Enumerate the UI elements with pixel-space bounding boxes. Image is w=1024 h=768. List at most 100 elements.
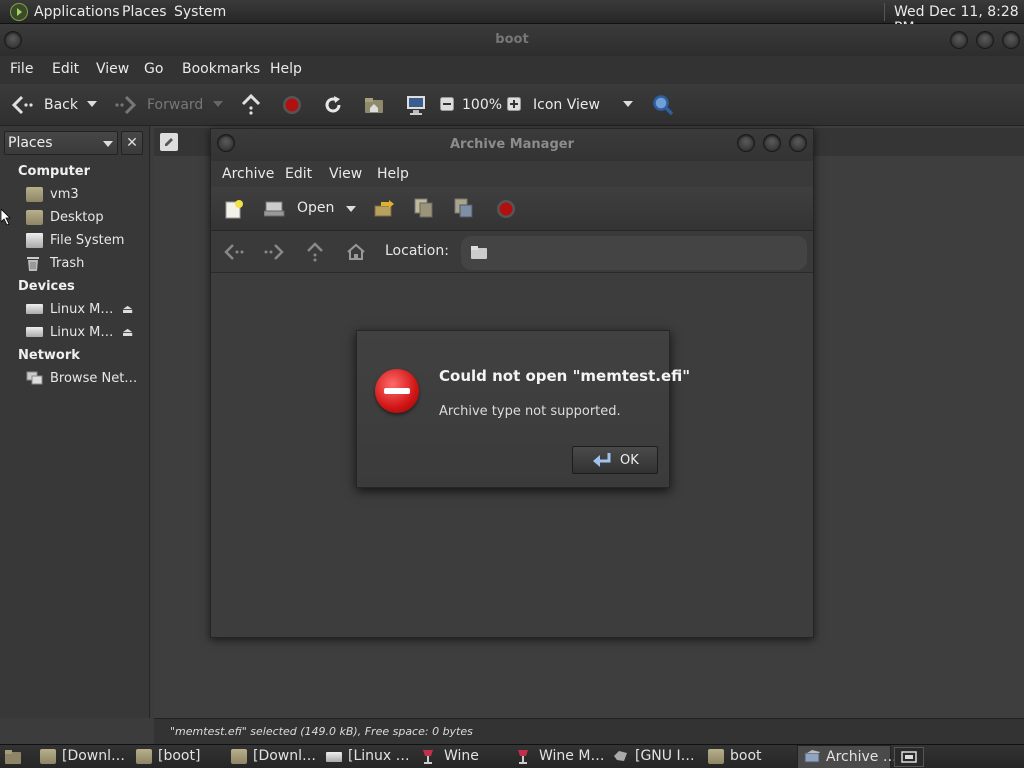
taskbar-item-downloads-2[interactable]: [Downl…: [225, 745, 317, 768]
archive-manager-titlebar[interactable]: Archive Manager: [211, 129, 813, 161]
menu-view[interactable]: View: [329, 166, 362, 182]
close-button[interactable]: [1002, 31, 1020, 49]
menu-edit[interactable]: Edit: [285, 166, 312, 182]
forward-button[interactable]: Forward: [147, 97, 203, 113]
stop-icon[interactable]: [281, 94, 303, 116]
up-arrow-icon[interactable]: [240, 94, 262, 116]
forward-arrow-icon[interactable]: [263, 241, 285, 263]
ok-button[interactable]: OK: [572, 446, 658, 474]
wine-glass-icon: [517, 749, 533, 764]
sidebar-item-vm3[interactable]: vm3: [26, 185, 146, 205]
add-files-icon[interactable]: [412, 196, 436, 220]
home-icon[interactable]: [345, 241, 367, 263]
search-icon[interactable]: [651, 93, 675, 117]
system-menu[interactable]: System: [174, 4, 226, 20]
menu-file[interactable]: File: [10, 61, 33, 77]
drive-icon: [326, 752, 342, 762]
up-arrow-icon[interactable]: [305, 241, 325, 263]
sidebar-section-devices: Devices: [18, 279, 75, 294]
network-icon: [26, 371, 43, 386]
taskbar-item-downloads-1[interactable]: [Downl…: [34, 745, 126, 768]
sidebar-item-file-system[interactable]: File System: [26, 231, 146, 251]
taskbar-item-wine[interactable]: Wine: [416, 745, 508, 768]
maximize-button[interactable]: [976, 31, 994, 49]
taskbar-item-boot-bracketed[interactable]: [boot]: [130, 745, 222, 768]
sidebar-close-icon[interactable]: ✕: [121, 131, 143, 155]
eject-icon[interactable]: ⏏: [122, 302, 133, 316]
sidebar-item-label: vm3: [50, 187, 79, 202]
maximize-button[interactable]: [763, 134, 781, 152]
forward-history-chevron-down-icon[interactable]: [212, 98, 224, 110]
menu-go[interactable]: Go: [144, 61, 163, 77]
file-manager-menubar: File Edit View Go Bookmarks Help: [0, 56, 1024, 84]
taskbar-item-label: [Downl…: [253, 748, 317, 764]
reload-icon[interactable]: [322, 94, 344, 116]
taskbar-item-gnu[interactable]: [GNU I…: [607, 745, 699, 768]
sidebar-item-device-2[interactable]: Linux M… ⏏: [26, 323, 146, 343]
open-button[interactable]: Open: [297, 200, 334, 216]
mouse-pointer-icon: [0, 208, 12, 226]
folder-icon: [708, 749, 724, 764]
location-field[interactable]: [461, 236, 807, 270]
menu-archive[interactable]: Archive: [222, 166, 274, 182]
add-folder-icon[interactable]: [452, 196, 476, 220]
applications-menu[interactable]: Applications: [34, 4, 120, 20]
sidebar-item-trash[interactable]: Trash: [26, 254, 146, 274]
sidebar-item-desktop[interactable]: Desktop: [26, 208, 146, 228]
back-arrow-icon[interactable]: [10, 94, 34, 116]
sidebar-places-selector[interactable]: Places: [4, 131, 118, 155]
close-button[interactable]: [789, 134, 807, 152]
folder-icon: [136, 749, 152, 764]
view-mode-chevron-down-icon[interactable]: [622, 98, 634, 110]
back-history-chevron-down-icon[interactable]: [86, 98, 98, 110]
view-mode-selector[interactable]: Icon View: [533, 97, 600, 113]
menu-help[interactable]: Help: [377, 166, 409, 182]
archive-icon: [804, 750, 820, 765]
computer-icon[interactable]: [404, 93, 428, 117]
zoom-in-icon[interactable]: [507, 97, 521, 111]
back-arrow-icon[interactable]: [223, 241, 245, 263]
zoom-level[interactable]: 100%: [462, 97, 502, 113]
menu-help[interactable]: Help: [270, 61, 302, 77]
drive-icon: [26, 327, 43, 337]
new-archive-icon[interactable]: [223, 198, 245, 220]
zoom-out-icon[interactable]: [440, 97, 454, 111]
taskbar-item-label: Wine M…: [539, 748, 605, 764]
taskbar-item-wine-manager[interactable]: Wine M…: [511, 745, 605, 768]
menu-bookmarks[interactable]: Bookmarks: [182, 61, 260, 77]
extract-icon[interactable]: [372, 198, 396, 220]
edit-location-icon[interactable]: [160, 133, 178, 151]
taskbar-item-archive-manager[interactable]: Archive …: [797, 745, 897, 768]
back-button[interactable]: Back: [44, 97, 78, 113]
enter-arrow-icon: [591, 452, 613, 468]
status-bar: "memtest.efi" selected (149.0 kB), Free …: [154, 718, 1024, 744]
archive-manager-navbar: Location:: [211, 231, 813, 273]
open-archive-icon[interactable]: [263, 198, 287, 220]
home-folder-icon[interactable]: [363, 94, 385, 116]
sidebar-item-browse-network[interactable]: Browse Net…: [26, 369, 146, 389]
taskbar-item-boot[interactable]: boot: [702, 745, 794, 768]
sidebar-item-device-1[interactable]: Linux M… ⏏: [26, 300, 146, 320]
eject-icon[interactable]: ⏏: [122, 325, 133, 339]
file-manager-titlebar[interactable]: boot: [0, 24, 1024, 56]
minimize-button[interactable]: [737, 134, 755, 152]
open-chevron-down-icon[interactable]: [345, 204, 357, 214]
menu-view[interactable]: View: [96, 61, 129, 77]
distro-logo-icon[interactable]: [10, 3, 28, 21]
stop-icon[interactable]: [495, 198, 517, 220]
forward-arrow-icon[interactable]: [114, 94, 138, 116]
error-dialog: Could not open "memtest.efi" Archive typ…: [356, 330, 690, 488]
error-title: Could not open "memtest.efi": [439, 367, 691, 385]
archive-manager-menubar: Archive Edit View Help: [211, 161, 813, 187]
taskbar-item-linux[interactable]: [Linux …: [320, 745, 412, 768]
taskbar-item-label: [Linux …: [348, 748, 410, 764]
file-manager-toolbar: Back Forward 100% Icon View: [0, 84, 1024, 126]
workspace-switcher-icon[interactable]: [894, 747, 924, 767]
show-desktop-icon[interactable]: [4, 748, 22, 765]
trash-icon: [26, 256, 43, 271]
taskbar-item-label: [boot]: [158, 748, 201, 764]
folder-icon: [231, 749, 247, 764]
menu-edit[interactable]: Edit: [52, 61, 79, 77]
minimize-button[interactable]: [950, 31, 968, 49]
places-menu[interactable]: Places: [122, 4, 167, 20]
